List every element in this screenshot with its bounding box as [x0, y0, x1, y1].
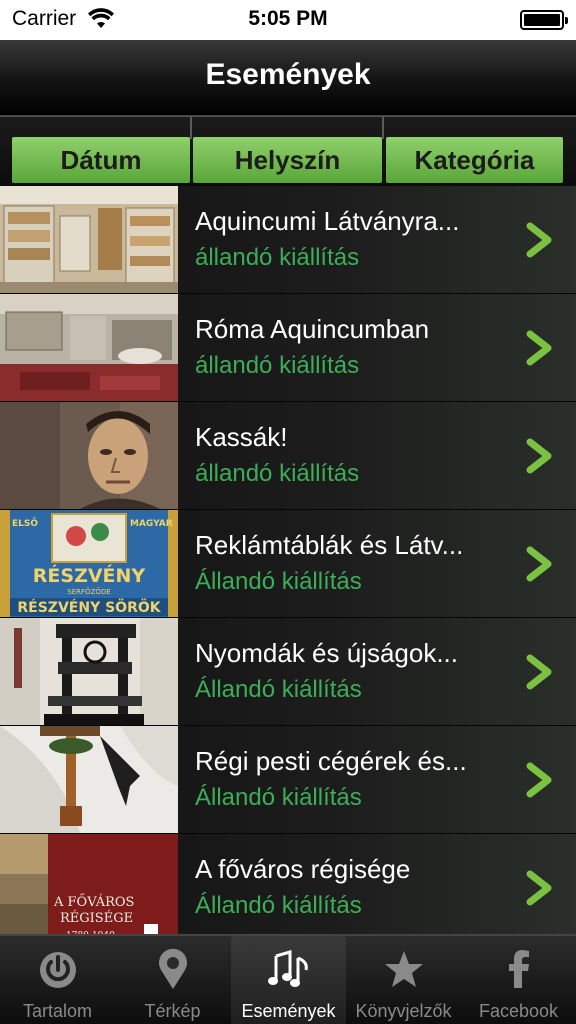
- filter-segment-control: Dátum Helyszín Kategória: [0, 116, 576, 186]
- advert-text-first: ELSŐ: [12, 518, 38, 529]
- list-item[interactable]: ELSŐ MAGYAR RÉSZVÉNY SERFŐZŐDE RÉSZVÉNY …: [0, 510, 576, 618]
- tab-events[interactable]: Események: [231, 936, 346, 1024]
- printing-press-thumbnail: [0, 618, 178, 725]
- event-category: állandó kiállítás: [195, 352, 360, 379]
- segment-divider: [190, 117, 192, 139]
- chevron-right-icon: [526, 546, 552, 582]
- battery-icon: [520, 10, 568, 30]
- tab-label: Térkép: [144, 1001, 201, 1021]
- tab-label: Események: [241, 1001, 336, 1021]
- list-item[interactable]: Aquincumi Látványra... állandó kiállítás: [0, 186, 576, 294]
- chevron-right-icon: [526, 222, 552, 258]
- event-category: állandó kiállítás: [195, 244, 360, 271]
- event-category: Állandó kiállítás: [195, 784, 362, 811]
- star-icon: [385, 951, 423, 987]
- tab-label: Könyvjelzők: [355, 1001, 452, 1021]
- tab-label: Tartalom: [22, 1001, 93, 1021]
- event-title: Róma Aquincumban: [195, 314, 430, 344]
- tab-map[interactable]: Térkép: [115, 936, 230, 1024]
- event-category: Állandó kiállítás: [195, 568, 362, 595]
- chevron-right-icon: [526, 654, 552, 690]
- event-category: állandó kiállítás: [195, 460, 360, 487]
- event-title: Reklámtáblák és Látv...: [195, 530, 464, 560]
- event-category: Állandó kiállítás: [195, 892, 362, 919]
- chevron-right-icon: [526, 438, 552, 474]
- tab-bar: Tartalom Térkép Események Könyvjelzők Fa…: [0, 934, 576, 1024]
- event-title: Aquincumi Látványra...: [195, 206, 460, 236]
- list-item[interactable]: A FŐVÁROS RÉGISÉGE 1780-1940 A főváros r…: [0, 834, 576, 934]
- list-item[interactable]: Róma Aquincumban állandó kiállítás: [0, 294, 576, 402]
- tab-facebook[interactable]: Facebook: [461, 936, 576, 1024]
- event-title: Nyomdák és újságok...: [195, 638, 459, 668]
- segment-date[interactable]: Dátum: [12, 137, 190, 183]
- museum-exhibition-thumbnail: [0, 186, 178, 293]
- book-cover-thumbnail: A FŐVÁROS RÉGISÉGE 1780-1940: [0, 834, 178, 934]
- roman-room-thumbnail: [0, 294, 178, 401]
- list-item[interactable]: Régi pesti cégérek és... Állandó kiállít…: [0, 726, 576, 834]
- advert-text-main: RÉSZVÉNY: [33, 564, 146, 587]
- portrait-painting-thumbnail: [0, 402, 178, 509]
- chevron-right-icon: [526, 870, 552, 906]
- tab-bookmarks[interactable]: Könyvjelzők: [346, 936, 461, 1024]
- tab-contents[interactable]: Tartalom: [0, 936, 115, 1024]
- music-notes-icon: [268, 950, 308, 987]
- chevron-right-icon: [526, 330, 552, 366]
- segment-divider: [382, 117, 384, 139]
- book-title-line1: A FŐVÁROS: [53, 894, 134, 910]
- navigation-bar: Események: [0, 40, 576, 116]
- advert-text-beers: RÉSZVÉNY SÖRÖK: [17, 598, 161, 616]
- events-list: Aquincumi Látványra... állandó kiállítás…: [0, 186, 576, 934]
- segment-category[interactable]: Kategória: [386, 137, 563, 183]
- status-bar: Carrier 5:05 PM: [0, 0, 576, 40]
- event-title: Kassák!: [195, 422, 288, 452]
- clock: 5:05 PM: [248, 7, 328, 30]
- event-title: Régi pesti cégérek és...: [195, 746, 467, 776]
- power-icon: [40, 952, 76, 988]
- list-item[interactable]: Kassák! állandó kiállítás: [0, 402, 576, 510]
- beer-advert-thumbnail: ELSŐ MAGYAR RÉSZVÉNY SERFŐZŐDE RÉSZVÉNY …: [0, 510, 178, 617]
- map-pin-icon: [159, 948, 187, 989]
- facebook-icon: [509, 950, 529, 988]
- event-category: Állandó kiállítás: [195, 676, 362, 703]
- chevron-right-icon: [526, 762, 552, 798]
- event-title: A főváros régisége: [195, 854, 411, 884]
- tab-label: Facebook: [478, 1001, 559, 1021]
- segment-location[interactable]: Helyszín: [193, 137, 382, 183]
- list-item[interactable]: Nyomdák és újságok... Állandó kiállítás: [0, 618, 576, 726]
- book-title-line2: RÉGISÉGE: [60, 910, 133, 926]
- shop-sign-thumbnail: [0, 726, 178, 833]
- advert-text-hungarian: MAGYAR: [130, 519, 173, 529]
- page-title: Események: [205, 58, 371, 91]
- advert-text-brewery: SERFŐZŐDE: [67, 587, 110, 596]
